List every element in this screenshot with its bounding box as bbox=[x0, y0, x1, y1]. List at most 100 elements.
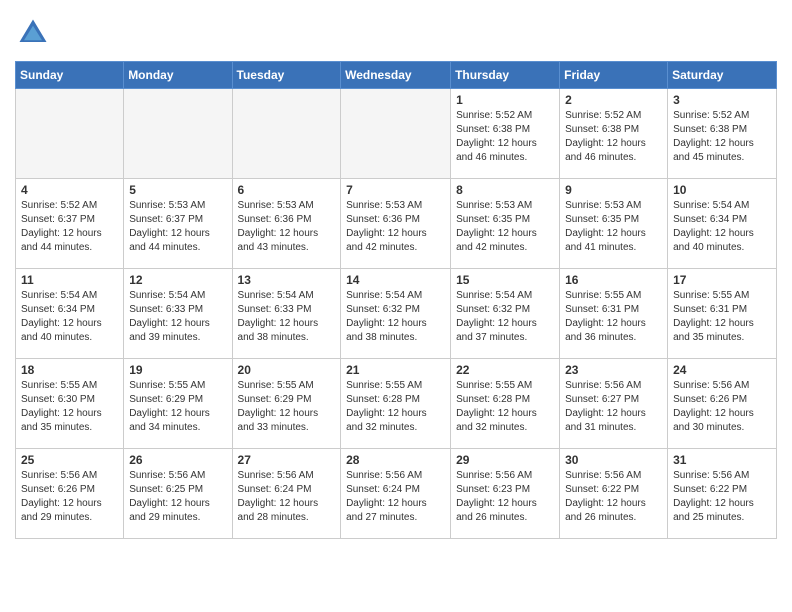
day-number: 28 bbox=[346, 453, 445, 467]
calendar-cell: 21 Sunrise: 5:55 AM Sunset: 6:28 PM Dayli… bbox=[341, 359, 451, 449]
day-number: 1 bbox=[456, 93, 554, 107]
calendar-cell: 31 Sunrise: 5:56 AM Sunset: 6:22 PM Dayli… bbox=[668, 449, 777, 539]
day-number: 31 bbox=[673, 453, 771, 467]
day-number: 11 bbox=[21, 273, 118, 287]
day-number: 8 bbox=[456, 183, 554, 197]
day-info: Sunrise: 5:54 AM Sunset: 6:34 PM Dayligh… bbox=[21, 289, 118, 345]
day-info: Sunrise: 5:55 AM Sunset: 6:29 PM Dayligh… bbox=[129, 379, 226, 435]
calendar-cell: 18 Sunrise: 5:55 AM Sunset: 6:30 PM Dayli… bbox=[16, 359, 124, 449]
day-info: Sunrise: 5:52 AM Sunset: 6:37 PM Dayligh… bbox=[21, 199, 118, 255]
day-info: Sunrise: 5:56 AM Sunset: 6:22 PM Dayligh… bbox=[565, 469, 662, 525]
calendar-cell bbox=[124, 89, 232, 179]
day-number: 4 bbox=[21, 183, 118, 197]
day-number: 30 bbox=[565, 453, 662, 467]
calendar-cell: 13 Sunrise: 5:54 AM Sunset: 6:33 PM Dayli… bbox=[232, 269, 341, 359]
day-number: 29 bbox=[456, 453, 554, 467]
day-info: Sunrise: 5:53 AM Sunset: 6:36 PM Dayligh… bbox=[238, 199, 336, 255]
day-info: Sunrise: 5:56 AM Sunset: 6:23 PM Dayligh… bbox=[456, 469, 554, 525]
day-number: 16 bbox=[565, 273, 662, 287]
day-info: Sunrise: 5:52 AM Sunset: 6:38 PM Dayligh… bbox=[565, 109, 662, 165]
calendar-cell: 4 Sunrise: 5:52 AM Sunset: 6:37 PM Daylig… bbox=[16, 179, 124, 269]
day-info: Sunrise: 5:55 AM Sunset: 6:31 PM Dayligh… bbox=[565, 289, 662, 345]
day-info: Sunrise: 5:54 AM Sunset: 6:34 PM Dayligh… bbox=[673, 199, 771, 255]
day-header-wednesday: Wednesday bbox=[341, 62, 451, 89]
calendar-cell: 2 Sunrise: 5:52 AM Sunset: 6:38 PM Daylig… bbox=[560, 89, 668, 179]
day-number: 27 bbox=[238, 453, 336, 467]
day-info: Sunrise: 5:56 AM Sunset: 6:27 PM Dayligh… bbox=[565, 379, 662, 435]
day-header-saturday: Saturday bbox=[668, 62, 777, 89]
day-header-thursday: Thursday bbox=[451, 62, 560, 89]
page-header bbox=[15, 15, 777, 51]
calendar-cell: 19 Sunrise: 5:55 AM Sunset: 6:29 PM Dayli… bbox=[124, 359, 232, 449]
day-info: Sunrise: 5:53 AM Sunset: 6:36 PM Dayligh… bbox=[346, 199, 445, 255]
calendar-cell: 5 Sunrise: 5:53 AM Sunset: 6:37 PM Daylig… bbox=[124, 179, 232, 269]
day-header-friday: Friday bbox=[560, 62, 668, 89]
day-number: 19 bbox=[129, 363, 226, 377]
calendar-week-2: 4 Sunrise: 5:52 AM Sunset: 6:37 PM Daylig… bbox=[16, 179, 777, 269]
day-header-tuesday: Tuesday bbox=[232, 62, 341, 89]
calendar-cell bbox=[232, 89, 341, 179]
calendar-cell: 7 Sunrise: 5:53 AM Sunset: 6:36 PM Daylig… bbox=[341, 179, 451, 269]
day-info: Sunrise: 5:56 AM Sunset: 6:26 PM Dayligh… bbox=[21, 469, 118, 525]
calendar-cell: 25 Sunrise: 5:56 AM Sunset: 6:26 PM Dayli… bbox=[16, 449, 124, 539]
calendar-week-5: 25 Sunrise: 5:56 AM Sunset: 6:26 PM Dayli… bbox=[16, 449, 777, 539]
calendar-cell: 6 Sunrise: 5:53 AM Sunset: 6:36 PM Daylig… bbox=[232, 179, 341, 269]
calendar-cell bbox=[341, 89, 451, 179]
day-info: Sunrise: 5:56 AM Sunset: 6:25 PM Dayligh… bbox=[129, 469, 226, 525]
day-number: 7 bbox=[346, 183, 445, 197]
calendar-week-1: 1 Sunrise: 5:52 AM Sunset: 6:38 PM Daylig… bbox=[16, 89, 777, 179]
day-number: 17 bbox=[673, 273, 771, 287]
day-number: 23 bbox=[565, 363, 662, 377]
calendar-cell: 16 Sunrise: 5:55 AM Sunset: 6:31 PM Dayli… bbox=[560, 269, 668, 359]
day-number: 22 bbox=[456, 363, 554, 377]
day-info: Sunrise: 5:55 AM Sunset: 6:31 PM Dayligh… bbox=[673, 289, 771, 345]
day-number: 2 bbox=[565, 93, 662, 107]
calendar-cell: 8 Sunrise: 5:53 AM Sunset: 6:35 PM Daylig… bbox=[451, 179, 560, 269]
day-info: Sunrise: 5:56 AM Sunset: 6:24 PM Dayligh… bbox=[238, 469, 336, 525]
calendar-cell: 29 Sunrise: 5:56 AM Sunset: 6:23 PM Dayli… bbox=[451, 449, 560, 539]
calendar-cell: 17 Sunrise: 5:55 AM Sunset: 6:31 PM Dayli… bbox=[668, 269, 777, 359]
calendar-cell: 20Sunrise: 5:55 AM Sunset: 6:29 PM Dayli… bbox=[232, 359, 341, 449]
day-info: Sunrise: 5:54 AM Sunset: 6:33 PM Dayligh… bbox=[238, 289, 336, 345]
day-number: 24 bbox=[673, 363, 771, 377]
logo bbox=[15, 15, 55, 51]
day-number: 5 bbox=[129, 183, 226, 197]
day-number: 18 bbox=[21, 363, 118, 377]
day-info: Sunrise: 5:53 AM Sunset: 6:35 PM Dayligh… bbox=[565, 199, 662, 255]
day-info: Sunrise: 5:54 AM Sunset: 6:32 PM Dayligh… bbox=[456, 289, 554, 345]
day-number: 14 bbox=[346, 273, 445, 287]
day-info: Sunrise: 5:53 AM Sunset: 6:37 PM Dayligh… bbox=[129, 199, 226, 255]
calendar-cell: 14 Sunrise: 5:54 AM Sunset: 6:32 PM Dayli… bbox=[341, 269, 451, 359]
calendar-cell: 30 Sunrise: 5:56 AM Sunset: 6:22 PM Dayli… bbox=[560, 449, 668, 539]
calendar-table: SundayMondayTuesdayWednesdayThursdayFrid… bbox=[15, 61, 777, 539]
day-info: Sunrise: 5:55 AM Sunset: 6:30 PM Dayligh… bbox=[21, 379, 118, 435]
calendar-cell: 22Sunrise: 5:55 AM Sunset: 6:28 PM Dayli… bbox=[451, 359, 560, 449]
calendar-cell: 1Sunrise: 5:52 AM Sunset: 6:38 PM Daylig… bbox=[451, 89, 560, 179]
calendar-cell: 27 Sunrise: 5:56 AM Sunset: 6:24 PM Dayli… bbox=[232, 449, 341, 539]
day-info: Sunrise: 5:56 AM Sunset: 6:24 PM Dayligh… bbox=[346, 469, 445, 525]
day-number: 9 bbox=[565, 183, 662, 197]
day-number: 21 bbox=[346, 363, 445, 377]
day-info: Sunrise: 5:55 AM Sunset: 6:28 PM Dayligh… bbox=[346, 379, 445, 435]
day-number: 6 bbox=[238, 183, 336, 197]
day-number: 15 bbox=[456, 273, 554, 287]
calendar-cell: 15 Sunrise: 5:54 AM Sunset: 6:32 PM Dayli… bbox=[451, 269, 560, 359]
day-number: 25 bbox=[21, 453, 118, 467]
day-info: Sunrise: 5:52 AM Sunset: 6:38 PM Dayligh… bbox=[673, 109, 771, 165]
day-info: Sunrise: 5:56 AM Sunset: 6:26 PM Dayligh… bbox=[673, 379, 771, 435]
day-header-sunday: Sunday bbox=[16, 62, 124, 89]
calendar-cell: 28 Sunrise: 5:56 AM Sunset: 6:24 PM Dayli… bbox=[341, 449, 451, 539]
day-info: Sunrise: 5:54 AM Sunset: 6:32 PM Dayligh… bbox=[346, 289, 445, 345]
calendar-cell bbox=[16, 89, 124, 179]
day-info: Sunrise: 5:53 AM Sunset: 6:35 PM Dayligh… bbox=[456, 199, 554, 255]
day-number: 13 bbox=[238, 273, 336, 287]
calendar-cell: 3 Sunrise: 5:52 AM Sunset: 6:38 PM Daylig… bbox=[668, 89, 777, 179]
calendar-cell: 9 Sunrise: 5:53 AM Sunset: 6:35 PM Daylig… bbox=[560, 179, 668, 269]
day-header-monday: Monday bbox=[124, 62, 232, 89]
day-number: 3 bbox=[673, 93, 771, 107]
day-info: Sunrise: 5:56 AM Sunset: 6:22 PM Dayligh… bbox=[673, 469, 771, 525]
logo-icon bbox=[15, 15, 51, 51]
calendar-cell: 11 Sunrise: 5:54 AM Sunset: 6:34 PM Dayli… bbox=[16, 269, 124, 359]
day-number: 20 bbox=[238, 363, 336, 377]
calendar-cell: 23 Sunrise: 5:56 AM Sunset: 6:27 PM Dayli… bbox=[560, 359, 668, 449]
